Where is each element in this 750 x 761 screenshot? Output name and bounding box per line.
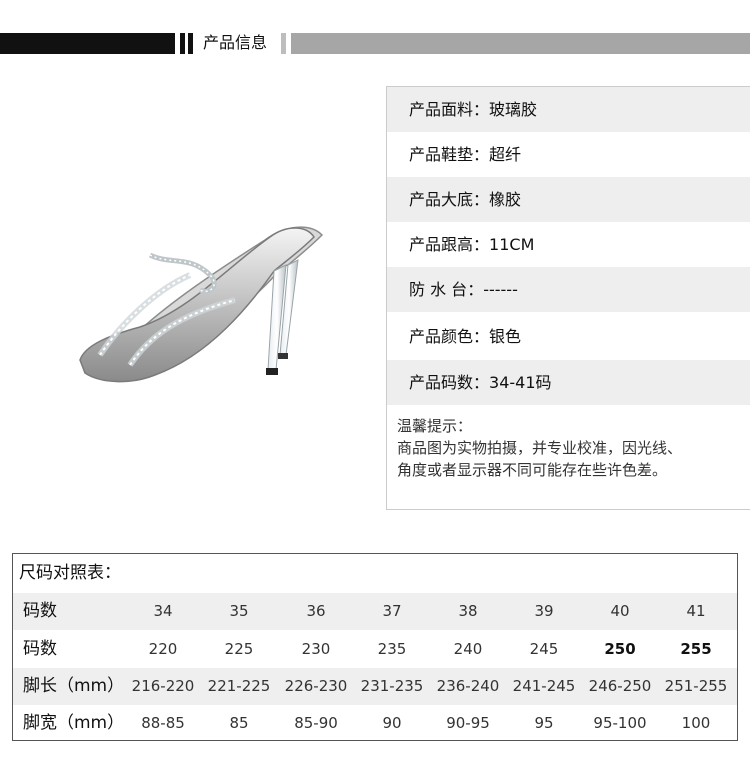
row-label: 码数 [23,601,57,621]
info-colon: ： [473,100,490,119]
header-bar-right [291,33,750,54]
table-cell: 85 [229,714,249,732]
info-label: 产品大底 [409,190,474,209]
row-label: 脚宽（mm） [23,713,125,733]
info-row-color: 产品颜色：银色 [387,314,750,359]
info-value: 橡胶 [489,190,522,209]
tips-title: 温馨提示： [397,417,473,435]
table-cell: 236-240 [436,677,500,695]
product-info-panel: 产品面料：玻璃胶 产品鞋垫：超纤 产品大底：橡胶 产品跟高：11CM 防 水 台… [386,86,750,510]
table-cell: 40 [610,602,630,620]
info-value: 34-41码 [489,373,552,392]
table-cell: 34 [153,602,173,620]
info-label: 产品面料 [409,100,474,119]
table-cell: 221-225 [207,677,271,695]
table-cell: 250 [604,640,636,658]
row-label: 脚长（mm） [23,676,125,696]
table-cell: 225 [224,640,254,658]
info-colon: ： [467,280,484,299]
info-row-sizes: 产品码数：34-41码 [387,360,750,405]
info-colon: ： [473,190,490,209]
row-label: 码数 [23,639,57,659]
size-chart-table: 尺码对照表： 码数 34 35 36 37 38 39 40 41 码数 220… [12,553,738,741]
table-row: 码数 34 35 36 37 38 39 40 41 [13,593,737,630]
table-cell: 95-100 [593,714,647,732]
info-value: 超纤 [489,145,522,164]
info-row-insole: 产品鞋垫：超纤 [387,132,750,177]
table-cell: 90-95 [446,714,490,732]
info-label: 产品码数 [409,373,474,392]
size-chart-title: 尺码对照表： [19,563,121,583]
tips-line: 商品图为实物拍摄，并专业校准，因光线、 [397,439,683,457]
table-row: 脚长（mm） 216-220 221-225 226-230 231-235 2… [13,668,737,705]
table-cell: 246-250 [588,677,652,695]
table-cell: 241-245 [512,677,576,695]
info-colon: ： [473,235,490,254]
info-label: 产品颜色 [409,327,474,346]
table-cell: 240 [453,640,483,658]
table-cell: 226-230 [284,677,348,695]
table-cell: 88-85 [141,714,185,732]
product-image [79,226,324,383]
header-bar-left [0,33,175,54]
info-label: 防 水 台 [409,280,468,299]
info-value: ------ [483,280,518,299]
info-value: 玻璃胶 [489,100,538,119]
info-label: 产品跟高 [409,235,474,254]
info-row-material: 产品面料：玻璃胶 [387,87,750,132]
table-cell: 38 [458,602,478,620]
info-value: 11CM [489,235,535,254]
info-colon: ： [473,373,490,392]
table-cell: 255 [680,640,712,658]
header-divider [188,33,193,54]
info-colon: ： [473,327,490,346]
info-row-outsole: 产品大底：橡胶 [387,177,750,222]
table-cell: 251-255 [664,677,728,695]
info-label: 产品鞋垫 [409,145,474,164]
table-cell: 95 [534,714,554,732]
table-cell: 35 [229,602,249,620]
table-cell: 36 [306,602,326,620]
info-colon: ： [473,145,490,164]
header-divider [180,33,185,54]
table-cell: 230 [301,640,331,658]
table-row: 码数 220 225 230 235 240 245 250 255 [13,631,737,668]
table-cell: 100 [681,714,711,732]
table-cell: 220 [148,640,178,658]
table-cell: 39 [534,602,554,620]
table-cell: 37 [382,602,402,620]
table-cell: 41 [686,602,706,620]
table-cell: 231-235 [360,677,424,695]
table-cell: 216-220 [131,677,195,695]
info-row-platform: 防 水 台：------ [387,267,750,312]
section-title: 产品信息 [203,33,268,52]
tips-note: 温馨提示： 商品图为实物拍摄，并专业校准，因光线、 角度或者显示器不同可能存在些… [397,415,747,481]
info-row-heel-height: 产品跟高：11CM [387,222,750,267]
table-cell: 235 [377,640,407,658]
tips-line: 角度或者显示器不同可能存在些许色差。 [397,461,668,479]
header-divider [281,33,286,54]
table-cell: 85-90 [294,714,338,732]
table-cell: 90 [382,714,402,732]
info-value: 银色 [489,327,522,346]
table-cell: 245 [529,640,559,658]
table-row: 脚宽（mm） 88-85 85 85-90 90 90-95 95 95-100… [13,705,737,742]
